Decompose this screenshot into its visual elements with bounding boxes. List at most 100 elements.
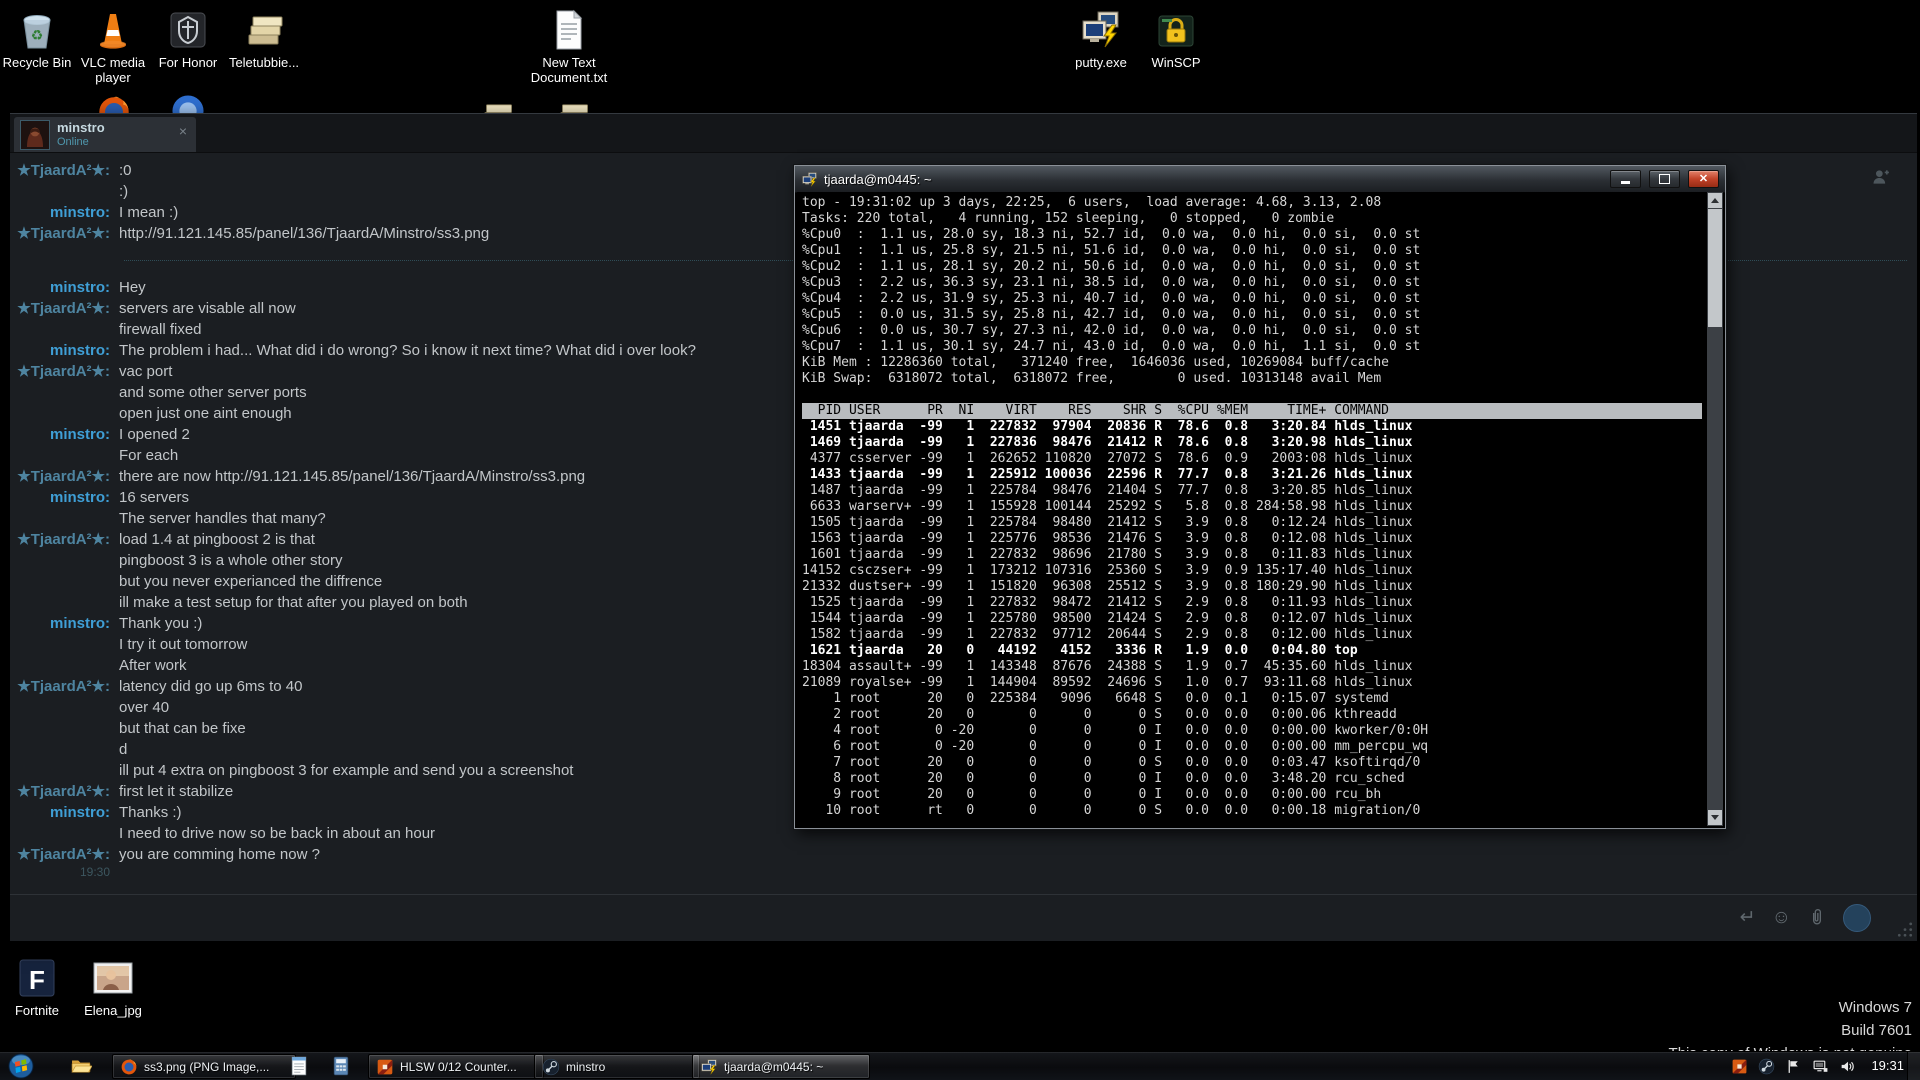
sender-name[interactable]: ★TjaardA²★:	[10, 160, 110, 181]
terminal-output: top - 19:31:02 up 3 days, 22:25, 6 users…	[802, 195, 1702, 819]
process-table-header: PID USER PR NI VIRT RES SHR S %CPU %MEM …	[802, 403, 1702, 419]
explorer-icon[interactable]	[70, 1055, 92, 1077]
message-text: open just one aint enough	[119, 403, 292, 424]
emoticon-icon[interactable]: ☺	[1772, 908, 1791, 928]
taskbar-clock[interactable]: 19:31	[1871, 1052, 1904, 1080]
process-row: 1582 tjaarda -99 1 227832 97712 20644 S …	[802, 627, 1702, 643]
hlsw-icon	[376, 1058, 394, 1076]
process-row: 1621 tjaarda 20 0 44192 4152 3336 R 1.9 …	[802, 643, 1702, 659]
putty-icon	[1079, 8, 1123, 52]
desktop-icon-new-text-document-txt[interactable]: New Text Document.txt	[525, 8, 613, 85]
chat-message-input[interactable]	[24, 909, 1724, 928]
message-text: firewall fixed	[119, 319, 202, 340]
avatar	[20, 120, 50, 150]
process-row: 1469 tjaarda -99 1 227836 98476 21412 R …	[802, 435, 1702, 451]
show-desktop-button[interactable]	[1907, 1052, 1920, 1080]
sender-name[interactable]: ★TjaardA²★:	[10, 781, 110, 802]
terminal-summary-line: %Cpu6 : 0.0 us, 30.7 sy, 27.3 ni, 42.0 i…	[802, 323, 1702, 339]
tray-steam-icon[interactable]	[1758, 1058, 1775, 1075]
sender-name[interactable]: minstro:	[10, 277, 110, 298]
winscp-icon	[1154, 8, 1198, 52]
sender-name-empty	[10, 508, 110, 529]
sender-name[interactable]: ★TjaardA²★:	[10, 844, 110, 865]
tray-volume-icon[interactable]	[1839, 1058, 1856, 1075]
sender-name[interactable]: ★TjaardA²★:	[10, 298, 110, 319]
sender-name-empty	[10, 445, 110, 466]
sender-name-empty	[10, 181, 110, 202]
taskbar-pinned-calculator[interactable]	[330, 1055, 352, 1077]
terminal-summary-line: %Cpu7 : 1.1 us, 30.1 sy, 24.7 ni, 43.0 i…	[802, 339, 1702, 355]
sender-name-empty	[10, 550, 110, 571]
message-text: The server handles that many?	[119, 508, 326, 529]
taskbar-button-ss3-png-png-image[interactable]: ss3.png (PNG Image,...	[112, 1054, 296, 1079]
desktop-icon-label: WinSCP	[1132, 55, 1220, 70]
sender-name-empty	[10, 592, 110, 613]
message-text: latency did go up 6ms to 40	[119, 676, 302, 697]
voice-chat-button[interactable]	[1843, 904, 1871, 932]
scroll-up-icon[interactable]	[1708, 193, 1722, 208]
minimize-button[interactable]	[1610, 170, 1641, 188]
tray-flag-icon[interactable]	[1785, 1058, 1802, 1075]
desktop-icon-for-honor[interactable]: For Honor	[144, 8, 232, 70]
sender-name[interactable]: ★TjaardA²★:	[10, 676, 110, 697]
terminal-screen[interactable]: top - 19:31:02 up 3 days, 22:25, 6 users…	[797, 192, 1723, 826]
taskbar-button-hlsw-0-12-counter[interactable]: HLSW 0/12 Counter...	[368, 1054, 544, 1079]
process-row: 1505 tjaarda -99 1 225784 98480 21412 S …	[802, 515, 1702, 531]
stack-icon	[242, 8, 286, 52]
tray-hlsw-icon[interactable]	[1731, 1058, 1748, 1075]
taskbar-pinned-notepad[interactable]	[288, 1055, 310, 1077]
putty-title-bar[interactable]: tjaarda@m0445: ~ ✕	[795, 166, 1725, 193]
taskbar: ss3.png (PNG Image,... HLSW 0/12 Counter.…	[0, 1051, 1920, 1080]
send-enter-icon[interactable]: ↵	[1740, 908, 1756, 928]
terminal-summary-line: top - 19:31:02 up 3 days, 22:25, 6 users…	[802, 195, 1702, 211]
desktop-icon-elena-jpg[interactable]: Elena_jpg	[69, 956, 157, 1018]
close-icon[interactable]: ×	[179, 124, 187, 138]
taskbar-button-minstro[interactable]: minstro	[534, 1054, 700, 1079]
scroll-down-icon[interactable]	[1708, 810, 1722, 825]
desktop-icon-teletubbie[interactable]: Teletubbie...	[220, 8, 308, 70]
sender-name-empty	[10, 760, 110, 781]
message-text: I need to drive now so be back in about …	[119, 823, 435, 844]
tray-network-icon[interactable]	[1812, 1058, 1829, 1075]
start-button[interactable]	[8, 1053, 34, 1079]
sender-name[interactable]: minstro:	[10, 424, 110, 445]
terminal-summary-line: %Cpu1 : 1.1 us, 25.8 sy, 21.5 ni, 51.6 i…	[802, 243, 1702, 259]
putty-window: tjaarda@m0445: ~ ✕ top - 19:31:02 up 3 d…	[794, 165, 1726, 829]
sender-name[interactable]: minstro:	[10, 802, 110, 823]
terminal-scrollbar[interactable]	[1707, 192, 1723, 826]
sender-name-empty	[10, 655, 110, 676]
sender-name[interactable]: ★TjaardA²★:	[10, 361, 110, 382]
resize-grip-icon[interactable]	[1897, 921, 1913, 937]
sender-name[interactable]: minstro:	[10, 340, 110, 361]
maximize-button[interactable]	[1649, 170, 1680, 188]
taskbar-button-label: tjaarda@m0445: ~	[724, 1060, 823, 1074]
desktop-icon-winscp[interactable]: WinSCP	[1132, 8, 1220, 70]
chat-tab-minstro[interactable]: minstro Online ×	[14, 117, 196, 152]
scrollbar-thumb[interactable]	[1708, 209, 1722, 327]
process-row: 6633 warserv+ -99 1 155928 100144 25292 …	[802, 499, 1702, 515]
chat-message: ★TjaardA²★: you are comming home now ?	[10, 844, 1917, 865]
process-row: 1433 tjaarda -99 1 225912 100036 22596 R…	[802, 467, 1702, 483]
terminal-summary-line: Tasks: 220 total, 4 running, 152 sleepin…	[802, 211, 1702, 227]
taskbar-button-tjaarda-m0445[interactable]: tjaarda@m0445: ~	[692, 1054, 870, 1079]
sender-name[interactable]: ★TjaardA²★:	[10, 223, 110, 244]
process-row: 2 root 20 0 0 0 0 S 0.0 0.0 0:00.06 kthr…	[802, 707, 1702, 723]
message-text: Thank you :)	[119, 613, 202, 634]
message-text: you are comming home now ?	[119, 844, 320, 865]
sender-name[interactable]: minstro:	[10, 202, 110, 223]
message-text: pingboost 3 is a whole other story	[119, 550, 342, 571]
sender-name[interactable]: minstro:	[10, 487, 110, 508]
terminal-summary-line: %Cpu3 : 2.2 us, 36.3 sy, 23.1 ni, 38.5 i…	[802, 275, 1702, 291]
process-row: 9 root 20 0 0 0 0 I 0.0 0.0 0:00.00 rcu_…	[802, 787, 1702, 803]
close-button[interactable]: ✕	[1688, 170, 1719, 188]
message-text: and some other server ports	[119, 382, 307, 403]
paperclip-icon[interactable]	[1807, 908, 1827, 928]
terminal-blank-line	[802, 387, 1702, 403]
terminal-summary-line: %Cpu2 : 1.1 us, 28.1 sy, 20.2 ni, 50.6 i…	[802, 259, 1702, 275]
sender-name[interactable]: ★TjaardA²★:	[10, 529, 110, 550]
sender-name[interactable]: ★TjaardA²★:	[10, 466, 110, 487]
process-row: 1487 tjaarda -99 1 225784 98476 21404 S …	[802, 483, 1702, 499]
sender-name[interactable]: minstro:	[10, 613, 110, 634]
process-row: 1 root 20 0 225384 9096 6648 S 0.0 0.1 0…	[802, 691, 1702, 707]
recycle-bin-icon: ♻	[15, 8, 59, 52]
